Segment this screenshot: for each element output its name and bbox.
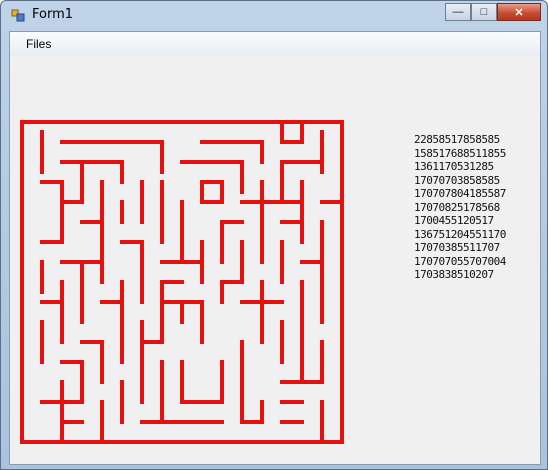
title-bar[interactable]: Form1 — □ ✕ — [1, 1, 547, 29]
number-line: 22858517858585 — [414, 133, 500, 146]
number-readout: 22858517858585 158517688511855 13611705312… — [414, 133, 506, 282]
number-line: 170707055707004 — [414, 254, 506, 268]
maximize-icon: □ — [480, 6, 488, 18]
number-line: 158517688511855 — [414, 146, 506, 160]
number-line: 1703838510207 — [414, 268, 494, 281]
window-title: Form1 — [32, 7, 74, 22]
app-window: Form1 — □ ✕ Files 22858517858585 15851768… — [0, 0, 548, 470]
minimize-icon: — — [452, 6, 464, 18]
number-line: 136751204551170 — [414, 227, 506, 241]
close-button[interactable]: ✕ — [497, 3, 541, 21]
maximize-button[interactable]: □ — [471, 3, 497, 21]
form-client-area: Files 22858517858585 158517688511855 13611… — [9, 31, 541, 465]
number-line: 17070825178568 — [414, 200, 500, 214]
menu-bar: Files — [10, 32, 540, 56]
minimize-button[interactable]: — — [445, 3, 471, 21]
number-line: 1361170531285 — [414, 160, 494, 173]
number-line: 1700455120517 — [414, 214, 494, 227]
close-icon: ✕ — [514, 6, 524, 19]
app-icon — [11, 9, 25, 22]
number-line: 170707804185587 — [414, 187, 506, 200]
number-line: 17070385511707 — [414, 241, 500, 254]
menu-files[interactable]: Files — [20, 37, 57, 51]
number-line: 17070703858585 — [414, 173, 500, 187]
maze-canvas — [20, 120, 344, 444]
